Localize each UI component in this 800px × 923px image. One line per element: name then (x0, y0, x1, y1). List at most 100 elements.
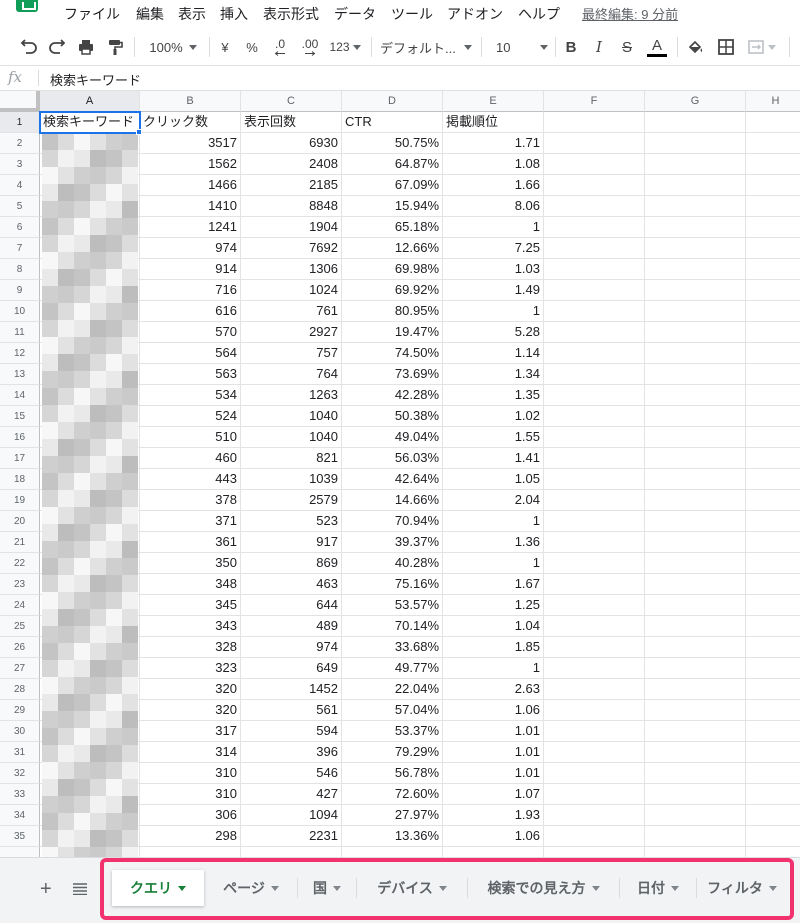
table-cell[interactable] (746, 133, 800, 154)
table-cell[interactable] (544, 637, 645, 658)
table-cell[interactable] (645, 133, 746, 154)
table-cell[interactable] (544, 301, 645, 322)
table-cell[interactable] (746, 364, 800, 385)
table-cell[interactable] (746, 805, 800, 826)
table-cell[interactable] (645, 490, 746, 511)
table-cell[interactable]: 523 (241, 511, 342, 532)
table-cell[interactable]: 80.95% (342, 301, 443, 322)
table-cell[interactable] (544, 154, 645, 175)
table-cell[interactable] (544, 826, 645, 847)
table-cell[interactable] (645, 742, 746, 763)
header-cell[interactable]: CTR (342, 112, 443, 133)
row-header[interactable]: 10 (0, 301, 40, 322)
table-cell[interactable] (746, 490, 800, 511)
menu-help[interactable]: ヘルプ (518, 4, 560, 24)
table-cell[interactable] (544, 364, 645, 385)
column-header-g[interactable]: G (645, 91, 746, 112)
table-cell[interactable]: 1466 (140, 175, 241, 196)
chevron-down-icon[interactable] (591, 885, 600, 891)
table-cell[interactable]: 1 (443, 511, 544, 532)
table-cell[interactable]: 1094 (241, 805, 342, 826)
table-cell[interactable] (40, 658, 140, 679)
table-cell[interactable]: 561 (241, 700, 342, 721)
row-header[interactable]: 23 (0, 574, 40, 595)
table-cell[interactable]: 1.06 (443, 700, 544, 721)
menu-format[interactable]: 表示形式 (263, 4, 319, 24)
table-cell[interactable]: 12.66% (342, 238, 443, 259)
row-header[interactable]: 21 (0, 532, 40, 553)
table-cell[interactable] (544, 280, 645, 301)
row-header[interactable]: 28 (0, 679, 40, 700)
chevron-down-icon[interactable] (178, 885, 186, 891)
table-cell[interactable] (645, 406, 746, 427)
table-cell[interactable]: 1.01 (443, 742, 544, 763)
table-cell[interactable]: 50.38% (342, 406, 443, 427)
table-cell[interactable] (746, 427, 800, 448)
table-cell[interactable]: 1.49 (443, 280, 544, 301)
table-cell[interactable] (746, 448, 800, 469)
table-cell[interactable] (544, 196, 645, 217)
table-cell[interactable]: 616 (140, 301, 241, 322)
table-cell[interactable] (544, 616, 645, 637)
row-header[interactable]: 15 (0, 406, 40, 427)
column-header-h[interactable]: H (746, 91, 800, 112)
row-header[interactable]: 4 (0, 175, 40, 196)
table-cell[interactable]: 70.94% (342, 511, 443, 532)
table-cell[interactable] (443, 847, 544, 857)
table-cell[interactable] (645, 574, 746, 595)
table-cell[interactable] (544, 721, 645, 742)
table-cell[interactable]: 2408 (241, 154, 342, 175)
table-cell[interactable] (40, 574, 140, 595)
table-cell[interactable]: 1.03 (443, 259, 544, 280)
currency-button[interactable]: ¥ (216, 37, 234, 57)
row-header[interactable]: 31 (0, 742, 40, 763)
table-cell[interactable]: 460 (140, 448, 241, 469)
table-cell[interactable]: 524 (140, 406, 241, 427)
table-cell[interactable] (645, 637, 746, 658)
row-header[interactable]: 14 (0, 385, 40, 406)
menu-view[interactable]: 表示 (178, 4, 206, 24)
table-cell[interactable]: 67.09% (342, 175, 443, 196)
table-cell[interactable]: 2.04 (443, 490, 544, 511)
table-cell[interactable]: 761 (241, 301, 342, 322)
table-cell[interactable] (746, 217, 800, 238)
menu-edit[interactable]: 編集 (136, 4, 164, 24)
table-cell[interactable] (40, 553, 140, 574)
table-cell[interactable] (241, 847, 342, 857)
row-header[interactable]: 19 (0, 490, 40, 511)
table-cell[interactable] (544, 238, 645, 259)
table-cell[interactable] (645, 280, 746, 301)
table-cell[interactable] (645, 322, 746, 343)
table-cell[interactable]: 7.25 (443, 238, 544, 259)
chevron-down-icon[interactable] (438, 885, 447, 891)
row-header[interactable]: 35 (0, 826, 40, 847)
table-cell[interactable] (40, 805, 140, 826)
table-cell[interactable]: 1.67 (443, 574, 544, 595)
row-header[interactable]: 34 (0, 805, 40, 826)
table-cell[interactable]: 57.04% (342, 700, 443, 721)
table-cell[interactable]: 75.16% (342, 574, 443, 595)
table-cell[interactable]: 1.41 (443, 448, 544, 469)
table-cell[interactable] (544, 700, 645, 721)
table-cell[interactable] (544, 595, 645, 616)
table-cell[interactable] (40, 154, 140, 175)
table-cell[interactable]: 1306 (241, 259, 342, 280)
table-cell[interactable]: 1241 (140, 217, 241, 238)
table-cell[interactable] (40, 679, 140, 700)
table-cell[interactable] (544, 175, 645, 196)
table-cell[interactable]: 8848 (241, 196, 342, 217)
table-cell[interactable]: 1.01 (443, 721, 544, 742)
table-cell[interactable] (645, 553, 746, 574)
table-cell[interactable] (544, 490, 645, 511)
table-cell[interactable]: 764 (241, 364, 342, 385)
table-cell[interactable] (40, 322, 140, 343)
table-cell[interactable]: 1040 (241, 406, 342, 427)
table-cell[interactable]: 310 (140, 763, 241, 784)
table-cell[interactable]: 1 (443, 217, 544, 238)
header-cell[interactable]: クリック数 (140, 112, 241, 133)
table-cell[interactable] (40, 385, 140, 406)
row-header[interactable]: 17 (0, 448, 40, 469)
table-cell[interactable] (746, 637, 800, 658)
table-cell[interactable]: 3517 (140, 133, 241, 154)
table-cell[interactable]: 64.87% (342, 154, 443, 175)
